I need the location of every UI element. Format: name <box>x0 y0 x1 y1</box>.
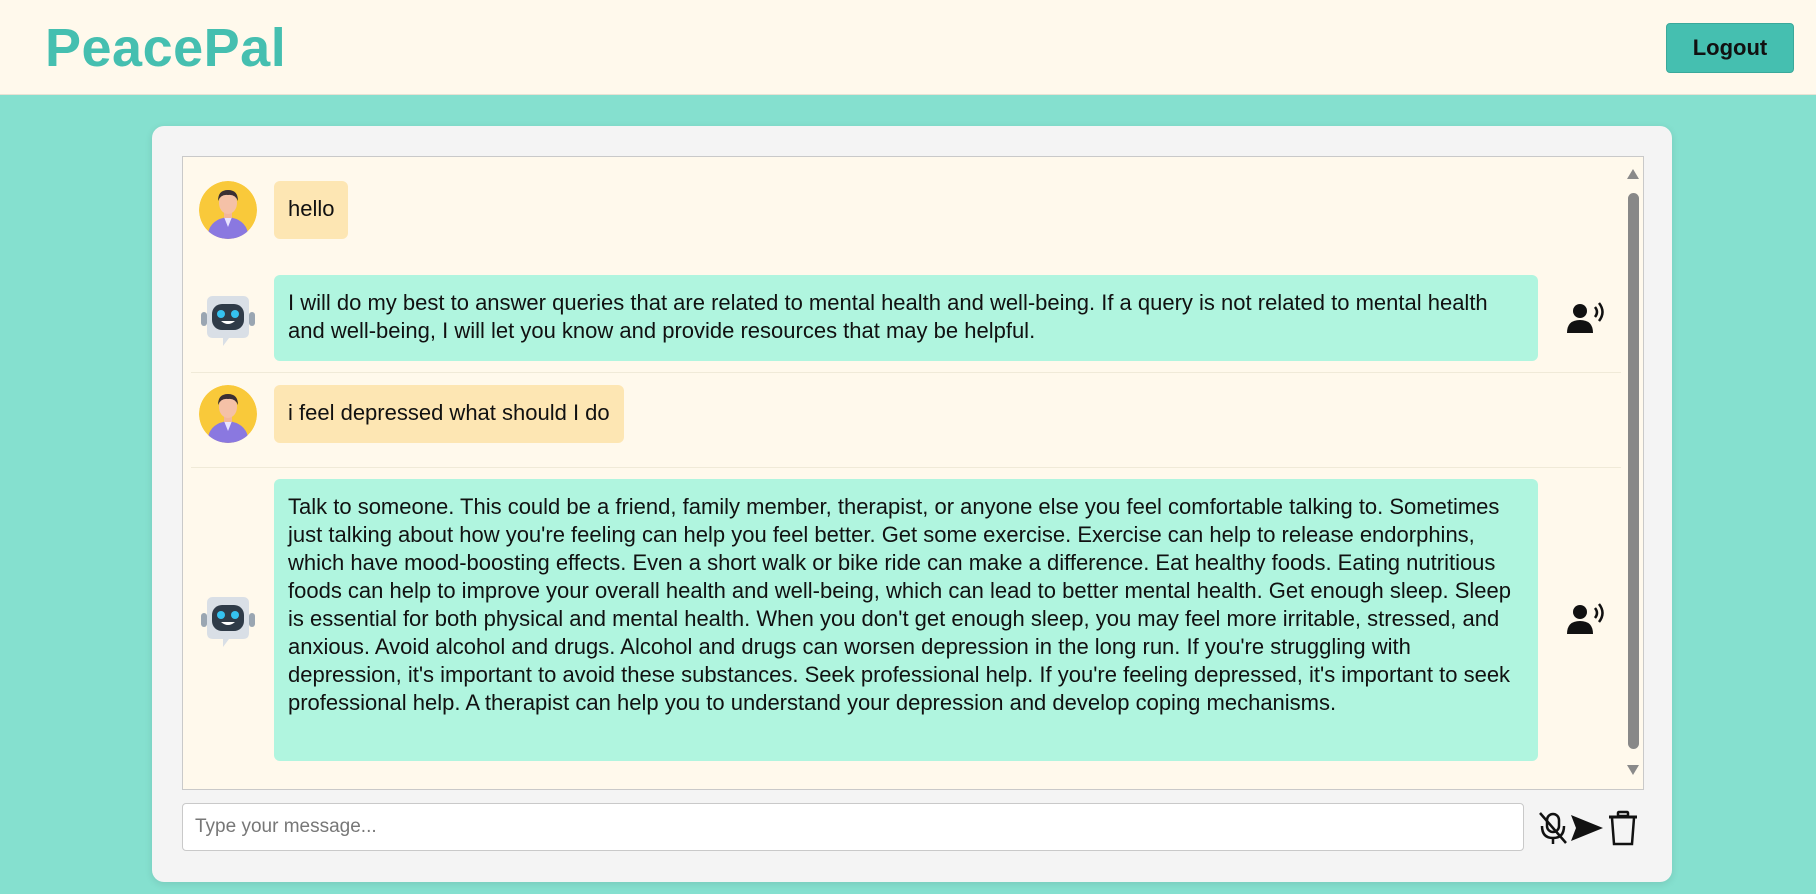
top-navbar: PeacePal Logout <box>0 0 1816 95</box>
logout-button[interactable]: Logout <box>1666 23 1794 73</box>
chat-message-bot: I will do my best to answer queries that… <box>183 275 1643 365</box>
message-input[interactable] <box>182 803 1524 851</box>
chat-message-bot: Talk to someone. This could be a friend,… <box>183 479 1643 763</box>
user-message-bubble: hello <box>274 181 349 239</box>
scrollbar-thumb[interactable] <box>1628 193 1639 749</box>
robot-avatar-icon <box>201 597 255 647</box>
speaker-voice-icon[interactable] <box>1567 601 1607 637</box>
chat-message-user: hello <box>183 181 1643 241</box>
bot-message-bubble: I will do my best to answer queries that… <box>274 275 1538 361</box>
app-logo-title: PeacePal <box>45 18 287 78</box>
message-divider <box>191 467 1621 468</box>
user-avatar-icon <box>199 181 257 239</box>
scroll-up-arrow-icon[interactable] <box>1627 169 1639 179</box>
message-divider <box>191 372 1621 373</box>
user-avatar-icon <box>199 385 257 443</box>
send-icon[interactable] <box>1570 810 1604 846</box>
chat-scrollbar[interactable] <box>1624 157 1642 789</box>
chat-history[interactable]: hello I will do my best to answer querie… <box>182 156 1644 790</box>
trash-icon[interactable] <box>1606 810 1640 846</box>
scroll-down-arrow-icon[interactable] <box>1627 765 1639 775</box>
user-message-bubble: i feel depressed what should I do <box>274 385 624 443</box>
chat-message-user: i feel depressed what should I do <box>183 385 1643 445</box>
robot-avatar-icon <box>201 296 255 346</box>
speaker-voice-icon[interactable] <box>1567 300 1607 336</box>
microphone-off-icon[interactable] <box>1536 810 1570 846</box>
bot-message-bubble: Talk to someone. This could be a friend,… <box>274 479 1538 761</box>
